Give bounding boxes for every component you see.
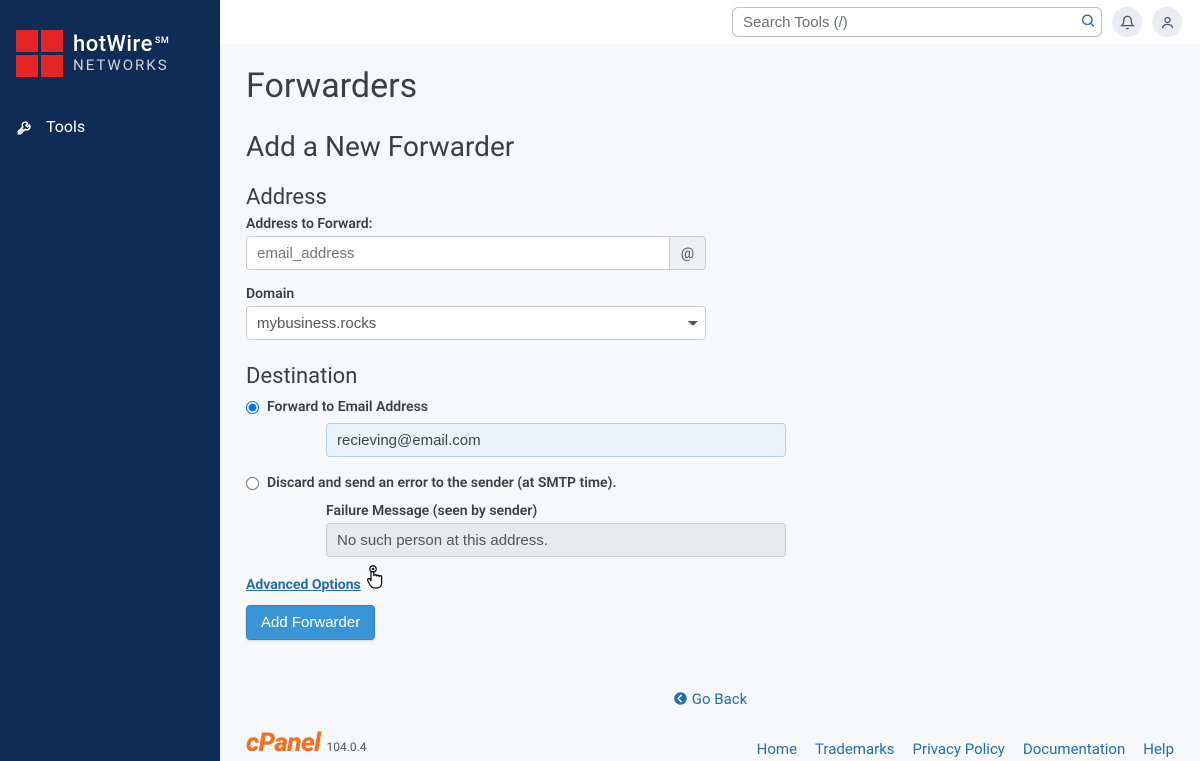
- destination-heading: Destination: [246, 364, 1174, 389]
- go-back-link[interactable]: Go Back: [673, 690, 747, 708]
- failure-label: Failure Message (seen by sender): [326, 503, 786, 519]
- topbar: [220, 0, 1200, 44]
- notifications-button[interactable]: [1112, 7, 1142, 37]
- cpanel-word: cPanel: [246, 728, 320, 758]
- brand-sm: SM: [155, 36, 169, 46]
- section-title: Add a New Forwarder: [246, 130, 1174, 163]
- footer-link-help[interactable]: Help: [1143, 740, 1174, 758]
- user-icon: [1160, 15, 1175, 30]
- sidebar: hotWireSM NETWORKS Tools: [0, 0, 220, 761]
- address-label: Address to Forward:: [246, 216, 706, 232]
- address-heading: Address: [246, 185, 1174, 210]
- arrow-left-circle-icon: [673, 691, 688, 706]
- content: Forwarders Add a New Forwarder Address A…: [220, 44, 1200, 761]
- domain-label: Domain: [246, 286, 706, 302]
- radio-forward[interactable]: [246, 401, 259, 414]
- account-button[interactable]: [1152, 7, 1182, 37]
- go-back-row: Go Back: [246, 690, 1174, 708]
- sidebar-item-tools[interactable]: Tools: [0, 107, 220, 146]
- search-input[interactable]: [732, 7, 1102, 37]
- search-button[interactable]: [1080, 13, 1096, 32]
- page-title: Forwarders: [246, 66, 1174, 106]
- bell-icon: [1120, 15, 1135, 30]
- tools-icon: [16, 118, 34, 136]
- brand-mark: [16, 30, 63, 77]
- cpanel-logo: cPanel 104.0.4: [246, 728, 367, 758]
- footer-links: Home Trademarks Privacy Policy Documenta…: [757, 740, 1174, 758]
- advanced-options-link[interactable]: Advanced Options: [246, 577, 361, 593]
- cpanel-version: 104.0.4: [326, 740, 366, 754]
- radio-discard-label: Discard and send an error to the sender …: [267, 475, 616, 491]
- domain-select[interactable]: mybusiness.rocks: [246, 306, 706, 340]
- footer-link-trademarks[interactable]: Trademarks: [815, 740, 895, 758]
- forward-email-input[interactable]: [326, 423, 786, 457]
- sidebar-item-label: Tools: [46, 117, 85, 136]
- failure-message-input[interactable]: [326, 523, 786, 557]
- at-addon: @: [670, 236, 706, 270]
- brand-subtitle: NETWORKS: [73, 57, 169, 74]
- footer-link-privacy[interactable]: Privacy Policy: [913, 740, 1005, 758]
- footer-link-home[interactable]: Home: [757, 740, 797, 758]
- radio-discard[interactable]: [246, 477, 259, 490]
- radio-forward-label: Forward to Email Address: [267, 399, 428, 415]
- footer-link-documentation[interactable]: Documentation: [1023, 740, 1125, 758]
- brand-name: hotWire: [73, 32, 153, 57]
- brand-logo: hotWireSM NETWORKS: [0, 30, 220, 107]
- search-icon: [1080, 13, 1096, 29]
- cursor-hand-icon: [364, 565, 388, 591]
- add-forwarder-button[interactable]: Add Forwarder: [246, 605, 375, 640]
- address-input[interactable]: [246, 236, 670, 270]
